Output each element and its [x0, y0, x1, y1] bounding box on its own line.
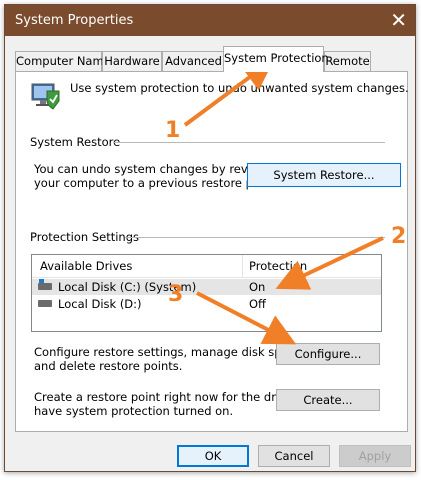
create-description-line2: have system protection turned on.	[34, 404, 234, 418]
intro-text: Use system protection to undo unwanted s…	[70, 81, 409, 95]
drives-list[interactable]: Available Drives Protection Local Disk (…	[31, 254, 382, 332]
system-drive-icon	[38, 279, 52, 290]
group-divider	[113, 142, 385, 143]
drive-icon	[38, 300, 52, 307]
configure-button[interactable]: Configure...	[276, 343, 380, 365]
tab-remote[interactable]: Remote	[324, 51, 371, 71]
tab-system-protection[interactable]: System Protection	[223, 46, 329, 72]
tab-advanced[interactable]: Advanced	[162, 51, 225, 71]
system-protection-icon	[31, 83, 60, 110]
ok-button[interactable]: OK	[177, 445, 249, 467]
list-header: Available Drives Protection	[32, 255, 381, 278]
drive-protection-status: Off	[249, 297, 266, 311]
drive-protection-status: On	[249, 280, 266, 294]
apply-button[interactable]: Apply	[339, 445, 411, 467]
annotation-number-3: 3	[168, 282, 184, 307]
restore-description-line1: You can undo system changes by reverting	[34, 162, 282, 176]
window-title: System Properties	[15, 13, 134, 28]
tab-hardware[interactable]: Hardware	[102, 51, 162, 71]
annotation-number-2: 2	[391, 224, 407, 249]
column-header-available-drives[interactable]: Available Drives	[40, 259, 132, 273]
system-properties-window: System Properties ✕ Computer Name Hardwa…	[4, 4, 416, 472]
restore-description-line2: your computer to a previous restore poin…	[34, 176, 279, 190]
cancel-button[interactable]: Cancel	[258, 445, 330, 467]
configure-description-line2: and delete restore points.	[34, 359, 183, 373]
drive-row-d[interactable]: Local Disk (D:) Off	[32, 296, 381, 312]
annotation-number-1: 1	[165, 118, 181, 143]
tab-panel	[15, 71, 408, 432]
tab-computer-name[interactable]: Computer Name	[15, 51, 111, 71]
column-divider	[242, 255, 243, 277]
system-restore-button[interactable]: System Restore...	[247, 163, 401, 187]
drive-row-c[interactable]: Local Disk (C:) (System) On	[32, 279, 381, 295]
drive-name: Local Disk (D:)	[58, 297, 142, 311]
group-divider	[125, 237, 385, 238]
close-icon[interactable]: ✕	[390, 8, 407, 32]
protection-settings-heading: Protection Settings	[30, 230, 140, 244]
column-header-protection[interactable]: Protection	[249, 259, 307, 273]
system-restore-heading: System Restore	[30, 135, 121, 149]
configure-description-line1: Configure restore settings, manage disk …	[34, 345, 306, 359]
title-bar[interactable]: System Properties ✕	[5, 5, 415, 36]
create-button[interactable]: Create...	[276, 389, 380, 411]
